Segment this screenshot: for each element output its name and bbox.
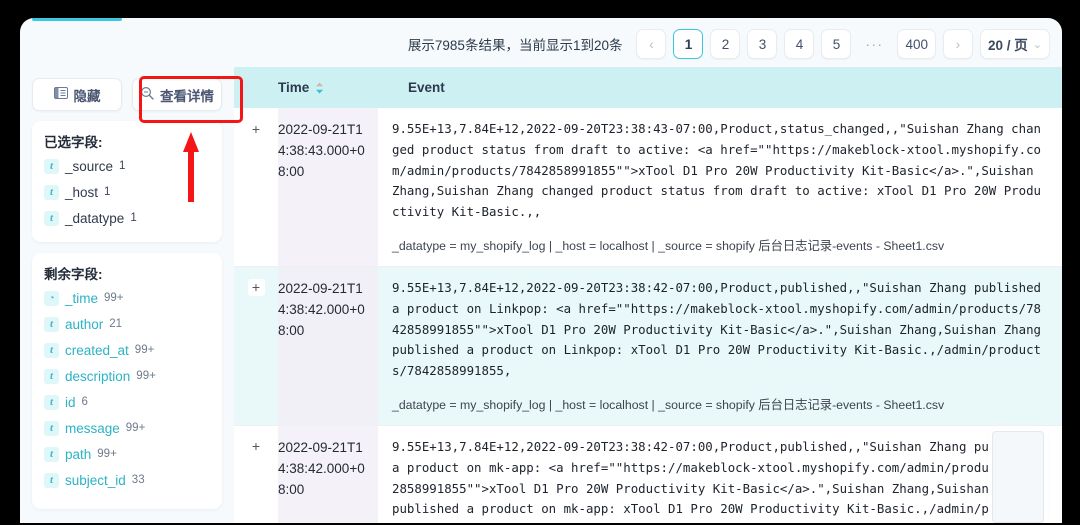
field-name: _time — [65, 290, 99, 306]
pagination-last-page[interactable]: 400 — [897, 29, 936, 59]
event-metadata-line: _datatype = my_shopify_log | _host = loc… — [392, 238, 945, 253]
text-type-icon: t — [44, 342, 59, 358]
field-count: 99+ — [125, 422, 146, 434]
field-name: description — [65, 368, 131, 384]
result-count-text: 展示7985条结果，当前显示1到20条 — [407, 38, 623, 53]
chevron-down-icon: ⌄ — [1032, 38, 1042, 51]
field-item-_datatype[interactable]: t _datatype 1 — [36, 205, 218, 231]
pagination-ellipsis[interactable]: ··· — [858, 29, 890, 59]
field-item-subject_id[interactable]: t subject_id 33 — [36, 467, 218, 493]
event-metadata-line: _datatype = my_shopify_log | _host = loc… — [392, 397, 945, 412]
row-time-cell: 2022-09-21T14:38:42.000+08:00 — [278, 425, 378, 523]
field-name: message — [65, 420, 120, 436]
field-name: created_at — [65, 342, 129, 358]
row-event-cell: 9.55E+13,7.84E+12,2022-09-20T23:38:42-07… — [378, 426, 1062, 523]
pagination-page-5[interactable]: 5 — [821, 29, 852, 59]
panel-collapse-icon — [53, 87, 68, 102]
view-details-label: 查看详情 — [160, 88, 214, 104]
time-column-header[interactable]: Time — [278, 80, 378, 95]
field-item-id[interactable]: t id 6 — [36, 389, 218, 415]
page-size-select[interactable]: 20 / 页 ⌄ — [980, 29, 1050, 59]
expand-row-button[interactable]: + — [247, 278, 265, 296]
event-raw-text: 9.55E+13,7.84E+12,2022-09-20T23:38:42-07… — [392, 279, 1049, 379]
field-name: id — [65, 394, 76, 410]
table-row[interactable]: + 2022-09-21T14:38:42.000+08:00 9.55E+13… — [234, 266, 1062, 426]
field-count: 99+ — [134, 344, 155, 356]
search-icon — [140, 86, 154, 103]
fields-sidebar: 隐藏 查看详情 已选字段: t _source 1 t _host 1 t _d… — [20, 67, 234, 523]
field-count: 1 — [104, 186, 111, 198]
time-column-label: Time — [278, 80, 310, 95]
field-item-message[interactable]: t message 99+ — [36, 415, 218, 441]
table-row[interactable]: + 2022-09-21T14:38:42.000+08:00 9.55E+13… — [234, 425, 1062, 523]
text-type-icon: t — [44, 420, 59, 436]
page-size-label: 20 / 页 — [988, 38, 1028, 53]
field-count: 99+ — [97, 448, 117, 460]
row-expander-cell: + — [234, 267, 278, 425]
field-name: subject_id — [65, 472, 126, 488]
event-raw-text: 9.55E+13,7.84E+12,2022-09-20T23:38:42-07… — [392, 438, 1042, 523]
pagination-page-3[interactable]: 3 — [747, 29, 778, 59]
expand-row-button[interactable]: + — [247, 437, 265, 455]
row-event-cell: 9.55E+13,7.84E+12,2022-09-20T23:38:43-07… — [378, 108, 1062, 266]
text-type-icon: t — [44, 472, 59, 488]
pagination-page-2[interactable]: 2 — [710, 29, 741, 59]
field-count: 99+ — [104, 292, 124, 304]
detail-popover[interactable] — [992, 431, 1044, 523]
hide-panel-label: 隐藏 — [73, 88, 101, 104]
pagination-next-button[interactable]: › — [943, 29, 973, 59]
log-search-panel: 展示7985条结果，当前显示1到20条 ‹ 1 2 3 4 5 ··· 400 … — [20, 18, 1062, 523]
field-count: 1 — [130, 212, 137, 224]
remaining-fields-card: 剩余字段: ◔ _time 99+ t author 21 t created_… — [32, 253, 222, 509]
text-type-icon: t — [44, 368, 59, 384]
field-item-_time[interactable]: ◔ _time 99+ — [36, 285, 218, 311]
row-event-cell: 9.55E+13,7.84E+12,2022-09-20T23:38:42-07… — [378, 267, 1062, 425]
text-type-icon: t — [44, 394, 59, 410]
text-type-icon: t — [44, 316, 59, 332]
pagination-page-4[interactable]: 4 — [784, 29, 815, 59]
pagination-prev-button[interactable]: ‹ — [636, 29, 667, 59]
field-item-author[interactable]: t author 21 — [36, 311, 218, 337]
row-time-cell: 2022-09-21T14:38:42.000+08:00 — [278, 266, 378, 425]
clock-icon: ◔ — [44, 290, 59, 306]
field-name: _host — [65, 184, 99, 200]
text-type-icon: t — [44, 184, 59, 200]
text-type-icon: t — [44, 210, 59, 226]
sidebar-button-row: 隐藏 查看详情 — [32, 78, 222, 111]
field-count: 99+ — [136, 370, 156, 382]
field-item-path[interactable]: t path 99+ — [36, 441, 218, 467]
table-row[interactable]: + 2022-09-21T14:38:43.000+08:00 9.55E+13… — [234, 108, 1062, 267]
expand-row-button[interactable]: + — [247, 120, 265, 137]
view-details-button[interactable]: 查看详情 — [132, 78, 222, 111]
field-count: 33 — [131, 474, 145, 486]
field-item-created_at[interactable]: t created_at 99+ — [36, 337, 218, 363]
sort-toggle-icon[interactable] — [315, 82, 324, 94]
text-type-icon: t — [44, 158, 59, 174]
field-name: _source — [65, 158, 114, 174]
field-count: 6 — [81, 396, 88, 408]
field-count: 1 — [119, 160, 126, 172]
field-item-description[interactable]: t description 99+ — [36, 363, 218, 389]
field-name: _datatype — [65, 210, 125, 226]
hide-panel-button[interactable]: 隐藏 — [32, 78, 122, 111]
annotation-arrow-up-icon — [183, 132, 199, 202]
events-table: Time Event + 2022-09-21T14:38:43.000+08:… — [234, 67, 1062, 523]
event-raw-text: 9.55E+13,7.84E+12,2022-09-20T23:38:43-07… — [392, 121, 1042, 220]
field-name: author — [65, 316, 104, 332]
pagination-page-1[interactable]: 1 — [673, 29, 704, 59]
row-expander-cell: + — [234, 426, 278, 523]
event-column-header[interactable]: Event — [378, 80, 1062, 95]
remaining-fields-title: 剩余字段: — [44, 267, 103, 282]
text-type-icon: t — [44, 446, 59, 462]
row-expander-cell: + — [234, 108, 278, 266]
field-name: path — [65, 446, 92, 462]
field-count: 21 — [109, 318, 123, 330]
table-header-row: Time Event — [234, 67, 1062, 108]
row-time-cell: 2022-09-21T14:38:43.000+08:00 — [278, 108, 378, 266]
pagination-toolbar: 展示7985条结果，当前显示1到20条 ‹ 1 2 3 4 5 ··· 400 … — [20, 21, 1062, 67]
